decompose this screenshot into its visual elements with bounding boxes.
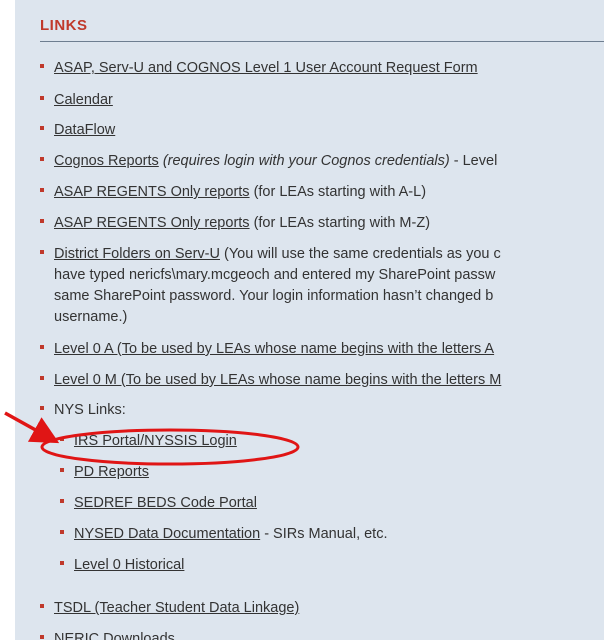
- nysed-data-docs-link[interactable]: NYSED Data Documentation: [74, 526, 260, 542]
- nysed-docs-note: - SIRs Manual, etc.: [260, 526, 388, 542]
- bullet-icon: [60, 437, 64, 442]
- bullet-icon: [60, 561, 64, 566]
- bullet-icon: [40, 188, 44, 193]
- tsdl-link[interactable]: TSDL (Teacher Student Data Linkage): [54, 600, 299, 616]
- bullet-icon: [60, 468, 64, 473]
- district-folders-line1: (You will use the same credentials as yo…: [219, 246, 501, 262]
- district-folders-line3: same SharePoint password. Your login inf…: [54, 288, 494, 304]
- bullet-icon: [60, 530, 64, 535]
- bullet-icon: [40, 635, 44, 640]
- list-item-dataflow: DataFlow: [40, 119, 115, 141]
- list-item-calendar: Calendar: [40, 89, 113, 111]
- bullet-icon: [40, 604, 44, 609]
- list-item-account-form: ASAP, Serv-U and COGNOS Level 1 User Acc…: [40, 57, 478, 79]
- irs-portal-link[interactable]: IRS Portal/NYSSIS Login: [74, 433, 237, 449]
- cognos-login-note: (requires login with your Cognos credent…: [162, 153, 450, 169]
- list-item-level0-historical: Level 0 Historical: [60, 554, 184, 576]
- list-item-cognos: Cognos Reports (requires login with your…: [40, 150, 497, 172]
- neric-downloads-link[interactable]: NERIC Downloads: [54, 631, 175, 640]
- links-panel: LINKS ASAP, Serv-U and COGNOS Level 1 Us…: [15, 0, 604, 640]
- calendar-link[interactable]: Calendar: [54, 92, 113, 108]
- bullet-icon: [40, 64, 44, 69]
- nys-links-label: NYS Links:: [54, 402, 126, 418]
- cognos-reports-link[interactable]: Cognos Reports: [54, 153, 159, 169]
- list-item-nysed-docs: NYSED Data Documentation - SIRs Manual, …: [60, 523, 388, 545]
- bullet-icon: [40, 219, 44, 224]
- level0-historical-link[interactable]: Level 0 Historical: [74, 557, 184, 573]
- list-item-nys-links: NYS Links:: [40, 399, 126, 421]
- list-item-irs-portal: IRS Portal/NYSSIS Login: [60, 430, 237, 452]
- regents-reports-mz-link[interactable]: ASAP REGENTS Only reports: [54, 215, 250, 231]
- list-item-neric: NERIC Downloads: [40, 628, 175, 640]
- level0-a-link[interactable]: Level 0 A (To be used by LEAs whose name…: [54, 341, 494, 357]
- account-request-form-link[interactable]: ASAP, Serv-U and COGNOS Level 1 User Acc…: [54, 60, 478, 76]
- bullet-icon: [40, 376, 44, 381]
- list-item-level0-a: Level 0 A (To be used by LEAs whose name…: [40, 338, 494, 360]
- level0-m-link[interactable]: Level 0 M (To be used by LEAs whose name…: [54, 372, 501, 388]
- regents-mz-note: (for LEAs starting with M-Z): [249, 215, 431, 231]
- bullet-icon: [40, 345, 44, 350]
- regents-reports-al-link[interactable]: ASAP REGENTS Only reports: [54, 184, 250, 200]
- sedref-link[interactable]: SEDREF BEDS Code Portal: [74, 495, 257, 511]
- bullet-icon: [40, 126, 44, 131]
- list-item-regents-al: ASAP REGENTS Only reports (for LEAs star…: [40, 181, 426, 203]
- bullet-icon: [40, 96, 44, 101]
- cognos-level-text: - Level: [449, 153, 498, 169]
- list-item-regents-mz: ASAP REGENTS Only reports (for LEAs star…: [40, 212, 430, 234]
- list-item-tsdl: TSDL (Teacher Student Data Linkage): [40, 597, 299, 619]
- bullet-icon: [40, 250, 44, 255]
- list-item-sedref: SEDREF BEDS Code Portal: [60, 492, 257, 514]
- district-folders-line2: have typed nericfs\mary.mcgeoch and ente…: [54, 267, 496, 283]
- bullet-icon: [40, 157, 44, 162]
- heading-divider: [40, 41, 604, 42]
- pd-reports-link[interactable]: PD Reports: [74, 464, 149, 480]
- district-folders-link[interactable]: District Folders on Serv-U: [54, 246, 220, 262]
- list-item-district-folders: District Folders on Serv-U (You will use…: [40, 243, 501, 265]
- district-folders-line4: username.): [54, 309, 128, 325]
- list-item-level0-m: Level 0 M (To be used by LEAs whose name…: [40, 369, 501, 391]
- dataflow-link[interactable]: DataFlow: [54, 122, 115, 138]
- regents-al-note: (for LEAs starting with A-L): [249, 184, 427, 200]
- list-item-pd-reports: PD Reports: [60, 461, 149, 483]
- links-heading: LINKS: [40, 17, 88, 34]
- bullet-icon: [40, 406, 44, 411]
- bullet-icon: [60, 499, 64, 504]
